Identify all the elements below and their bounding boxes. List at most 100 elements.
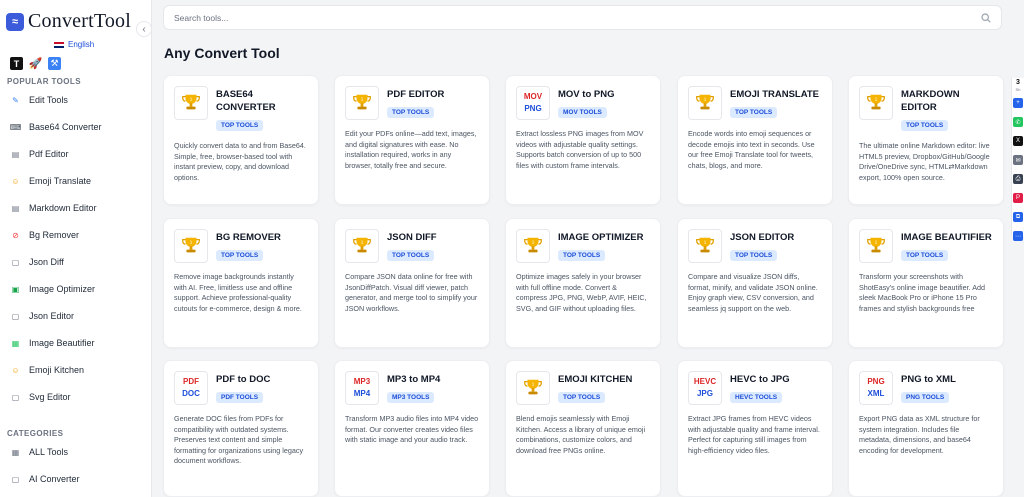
- sidebar-item-label: Image Optimizer: [29, 284, 96, 294]
- category-badge[interactable]: TOP TOOLS: [387, 250, 435, 261]
- category-badge[interactable]: PNG TOOLS: [901, 392, 950, 403]
- tool-card-pdf-editor[interactable]: 1 PDF EDITOR TOP TOOLS Edit your PDFs onlin…: [334, 75, 490, 205]
- card-header: 1 EMOJI TRANSLATE TOP TOOLS: [688, 86, 822, 120]
- markdown-icon: ▤: [11, 203, 20, 213]
- code-icon: ⌨: [9, 122, 22, 132]
- tool-card-image-beautifier[interactable]: 1 IMAGE BEAUTIFIER TOP TOOLS Transform your…: [848, 218, 1004, 348]
- sidebar-item-label: Emoji Translate: [29, 176, 92, 186]
- text-tool-icon[interactable]: T: [10, 57, 23, 70]
- category-badge[interactable]: TOP TOOLS: [730, 107, 778, 118]
- category-badge[interactable]: TOP TOOLS: [730, 250, 778, 261]
- hammer-icon[interactable]: ⚒: [48, 57, 61, 70]
- card-title[interactable]: PDF to DOC: [216, 373, 270, 386]
- card-header: HEVC JPG HEVC to JPG HEVC TOOLS: [688, 371, 822, 405]
- tool-card-emoji-translate[interactable]: 1 EMOJI TRANSLATE TOP TOOLS Encode words in…: [677, 75, 833, 205]
- category-badge[interactable]: TOP TOOLS: [216, 250, 264, 261]
- categories-heading: CATEGORIES: [7, 429, 64, 438]
- trophy-icon: 1: [688, 86, 722, 120]
- language-label: English: [68, 40, 95, 49]
- copy-icon[interactable]: ⧉: [1013, 212, 1023, 222]
- card-title[interactable]: JSON DIFF: [387, 231, 437, 244]
- category-badge[interactable]: PDF TOOLS: [216, 392, 264, 403]
- sidebar-item-ai-converter[interactable]: ▢ AI Converter: [10, 470, 146, 488]
- sidebar-item-svg-editor[interactable]: ▢ Svg Editor: [10, 388, 146, 406]
- sidebar-item-label: AI Converter: [29, 474, 80, 484]
- logo[interactable]: ≈ ConvertTool: [6, 10, 131, 33]
- category-badge[interactable]: TOP TOOLS: [558, 250, 606, 261]
- card-title[interactable]: MOV to PNG: [558, 88, 614, 101]
- whatsapp-icon[interactable]: ✆: [1013, 117, 1023, 127]
- sidebar-item-emoji-translate[interactable]: ☺ Emoji Translate: [10, 172, 146, 190]
- category-badge[interactable]: TOP TOOLS: [901, 120, 949, 131]
- card-title[interactable]: PDF EDITOR: [387, 88, 444, 101]
- tool-card-base64-converter[interactable]: 1 BASE64 CONVERTER TOP TOOLS Quickly conver…: [163, 75, 319, 205]
- card-title[interactable]: IMAGE OPTIMIZER: [558, 231, 644, 244]
- share-count: 3: [1016, 79, 1020, 86]
- sidebar-item-base64-converter[interactable]: ⌨ Base64 Converter: [10, 118, 146, 136]
- sidebar-item-label: Markdown Editor: [29, 203, 97, 213]
- card-title[interactable]: PNG to XML: [901, 373, 956, 386]
- rocket-icon[interactable]: 🚀: [29, 57, 43, 70]
- search-input[interactable]: [174, 12, 981, 23]
- category-badge[interactable]: MOV TOOLS: [558, 107, 607, 118]
- pinterest-icon[interactable]: P: [1013, 193, 1023, 203]
- sidebar-item-image-beautifier[interactable]: ▦ Image Beautifier: [10, 334, 146, 352]
- tool-card-emoji-kitchen[interactable]: 1 EMOJI KITCHEN TOP TOOLS Blend emojis seam…: [505, 360, 661, 497]
- card-info: PDF EDITOR TOP TOOLS: [387, 86, 444, 119]
- tool-card-hevc-to-jpg[interactable]: HEVC JPG HEVC to JPG HEVC TOOLS Extract JPG …: [677, 360, 833, 497]
- tool-card-bg-remover[interactable]: 1 BG REMOVER TOP TOOLS Remove image backgro…: [163, 218, 319, 348]
- category-badge[interactable]: TOP TOOLS: [387, 107, 435, 118]
- card-description: Generate DOC files from PDFs for compati…: [174, 414, 304, 466]
- card-title[interactable]: MP3 to MP4: [387, 373, 440, 386]
- file-icon: ▢: [11, 474, 20, 484]
- sidebar-item-label: Svg Editor: [29, 392, 71, 402]
- category-badge[interactable]: TOP TOOLS: [901, 250, 949, 261]
- language-selector[interactable]: English: [54, 40, 94, 49]
- print-icon[interactable]: ⎙: [1013, 174, 1023, 184]
- card-header: MP3 MP4 MP3 to MP4 MP3 TOOLS: [345, 371, 479, 405]
- card-title[interactable]: BASE64 CONVERTER: [216, 88, 286, 114]
- sidebar-item-all-tools[interactable]: ▦ ALL Tools: [10, 443, 146, 461]
- sidebar-item-label: Base64 Converter: [29, 122, 102, 132]
- card-title[interactable]: BG REMOVER: [216, 231, 281, 244]
- grid-icon: ▦: [11, 447, 20, 457]
- sidebar-item-bg-remover[interactable]: ⊘ Bg Remover: [10, 226, 146, 244]
- x-icon[interactable]: X: [1013, 136, 1023, 146]
- sidebar-item-json-editor[interactable]: ▢ Json Editor: [10, 307, 146, 325]
- card-title[interactable]: EMOJI TRANSLATE: [730, 88, 819, 101]
- tool-card-pdf-to-doc[interactable]: PDF DOC PDF to DOC PDF TOOLS Generate DOC fi…: [163, 360, 319, 497]
- card-info: BG REMOVER TOP TOOLS: [216, 229, 281, 262]
- card-description: Blend emojis seamlessly with Emoji Kitch…: [516, 414, 646, 455]
- more-icon[interactable]: ⋯: [1013, 231, 1023, 241]
- category-badge[interactable]: TOP TOOLS: [216, 120, 264, 131]
- tool-card-json-editor[interactable]: 1 JSON EDITOR TOP TOOLS Compare and visuali…: [677, 218, 833, 348]
- category-badge[interactable]: HEVC TOOLS: [730, 392, 783, 403]
- tool-card-mp3-to-mp4[interactable]: MP3 MP4 MP3 to MP4 MP3 TOOLS Transform MP3 a…: [334, 360, 490, 497]
- card-title[interactable]: HEVC to JPG: [730, 373, 790, 386]
- tool-card-json-diff[interactable]: 1 JSON DIFF TOP TOOLS Compare JSON data onl…: [334, 218, 490, 348]
- tool-card-png-to-xml[interactable]: PNG XML PNG to XML PNG TOOLS Export PNG data…: [848, 360, 1004, 497]
- card-description: Quickly convert data to and from Base64.…: [174, 141, 306, 182]
- card-title[interactable]: EMOJI KITCHEN: [558, 373, 632, 386]
- image-icon: ▣: [11, 284, 20, 294]
- category-badge[interactable]: MP3 TOOLS: [387, 392, 435, 403]
- sidebar-item-pdf-editor[interactable]: ▤ Pdf Editor: [10, 145, 146, 163]
- sidebar-item-json-diff[interactable]: ▢ Json Diff: [10, 253, 146, 271]
- card-title[interactable]: MARKDOWN EDITOR: [901, 88, 993, 114]
- search-icon[interactable]: [981, 12, 991, 23]
- tool-card-image-optimizer[interactable]: 1 IMAGE OPTIMIZER TOP TOOLS Optimize images…: [505, 218, 661, 348]
- sidebar-item-emoji-kitchen[interactable]: ☺ Emoji Kitchen: [10, 361, 146, 379]
- search-bar[interactable]: [163, 5, 1002, 30]
- category-badge[interactable]: TOP TOOLS: [558, 392, 606, 403]
- card-info: JSON DIFF TOP TOOLS: [387, 229, 437, 262]
- card-title[interactable]: IMAGE BEAUTIFIER: [901, 231, 992, 244]
- tool-card-mov-to-png[interactable]: MOV PNG MOV to PNG MOV TOOLS Extract lossles…: [505, 75, 661, 205]
- email-icon[interactable]: ✉: [1013, 155, 1023, 165]
- tool-card-markdown-editor[interactable]: 1 MARKDOWN EDITOR TOP TOOLS The ultimate on…: [848, 75, 1004, 205]
- collapse-sidebar-button[interactable]: ‹: [136, 21, 152, 37]
- add-icon[interactable]: +: [1013, 98, 1023, 108]
- card-title[interactable]: JSON EDITOR: [730, 231, 794, 244]
- sidebar-item-edit-tools[interactable]: ✎ Edit Tools: [10, 91, 146, 109]
- sidebar-item-markdown-editor[interactable]: ▤ Markdown Editor: [10, 199, 146, 217]
- sidebar-item-image-optimizer[interactable]: ▣ Image Optimizer: [10, 280, 146, 298]
